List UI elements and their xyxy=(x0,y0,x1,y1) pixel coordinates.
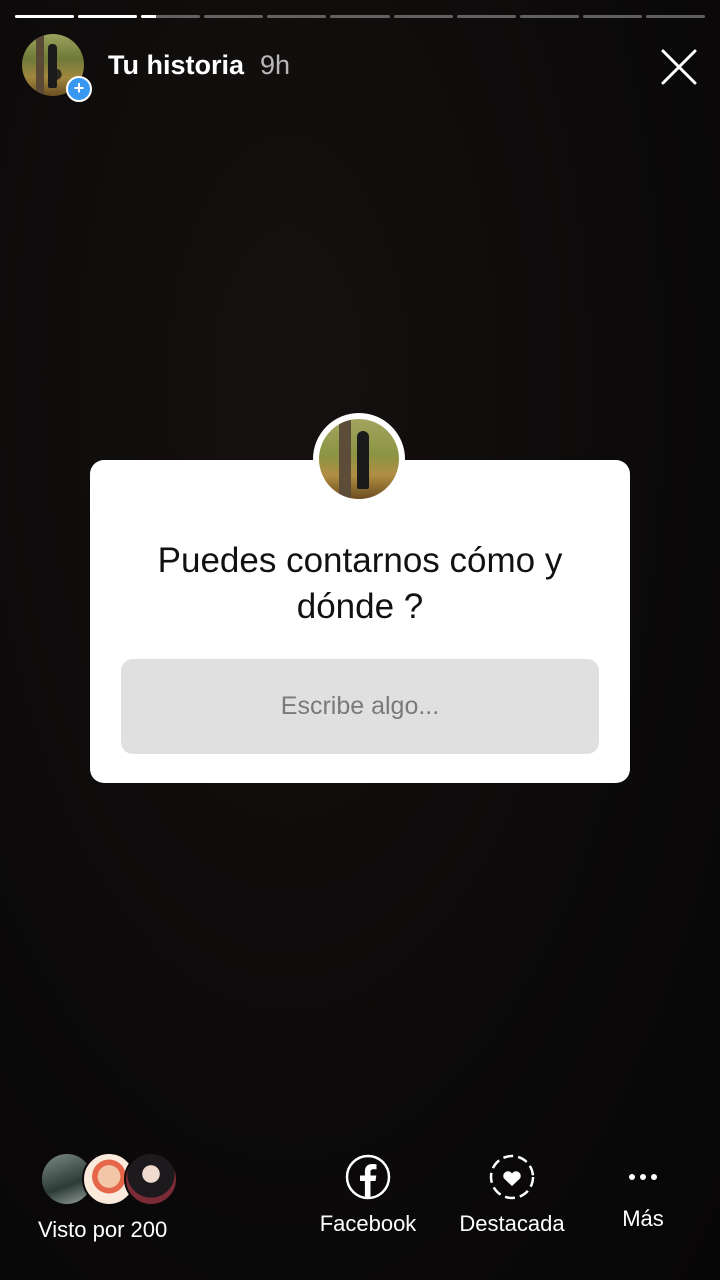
progress-segment xyxy=(456,15,516,18)
story-timestamp: 9h xyxy=(260,50,291,80)
profile-avatar[interactable]: + xyxy=(22,34,92,102)
more-button[interactable]: Más xyxy=(612,1154,674,1232)
more-dots-icon xyxy=(612,1154,674,1200)
sticker-avatar xyxy=(315,415,403,503)
highlight-button[interactable]: Destacada xyxy=(456,1154,568,1237)
viewer-avatar xyxy=(124,1152,178,1206)
progress-segment xyxy=(78,15,138,18)
progress-segment xyxy=(645,15,706,18)
progress-segment xyxy=(393,15,453,18)
close-icon[interactable] xyxy=(660,48,698,86)
progress-segment xyxy=(582,15,642,18)
highlight-label: Destacada xyxy=(459,1211,565,1236)
facebook-label: Facebook xyxy=(319,1211,417,1236)
highlight-heart-icon xyxy=(489,1154,535,1200)
question-text: Puedes contarnos cómo y dónde ? xyxy=(157,541,563,626)
story-owner-title[interactable]: Tu historia xyxy=(108,50,244,81)
progress-segment-current xyxy=(141,15,201,18)
progress-segment xyxy=(519,15,579,18)
progress-segment xyxy=(267,15,327,18)
story-progress-bar xyxy=(15,15,706,19)
answer-input[interactable] xyxy=(121,659,599,754)
more-label: Más xyxy=(622,1206,664,1231)
facebook-share-button[interactable]: Facebook xyxy=(318,1154,418,1237)
progress-segment xyxy=(15,15,75,18)
facebook-icon xyxy=(345,1154,391,1200)
add-story-icon[interactable]: + xyxy=(66,76,92,102)
seen-by-count[interactable]: Visto por 200 xyxy=(38,1217,167,1243)
question-sticker[interactable]: Puedes contarnos cómo y dónde ? xyxy=(90,460,630,783)
viewer-avatars[interactable] xyxy=(40,1152,180,1206)
progress-segment xyxy=(204,15,264,18)
story-header: + Tu historia 9h xyxy=(22,34,698,102)
progress-segment xyxy=(330,15,390,18)
story-footer: Visto por 200 Facebook Destacada Más xyxy=(0,1140,720,1280)
